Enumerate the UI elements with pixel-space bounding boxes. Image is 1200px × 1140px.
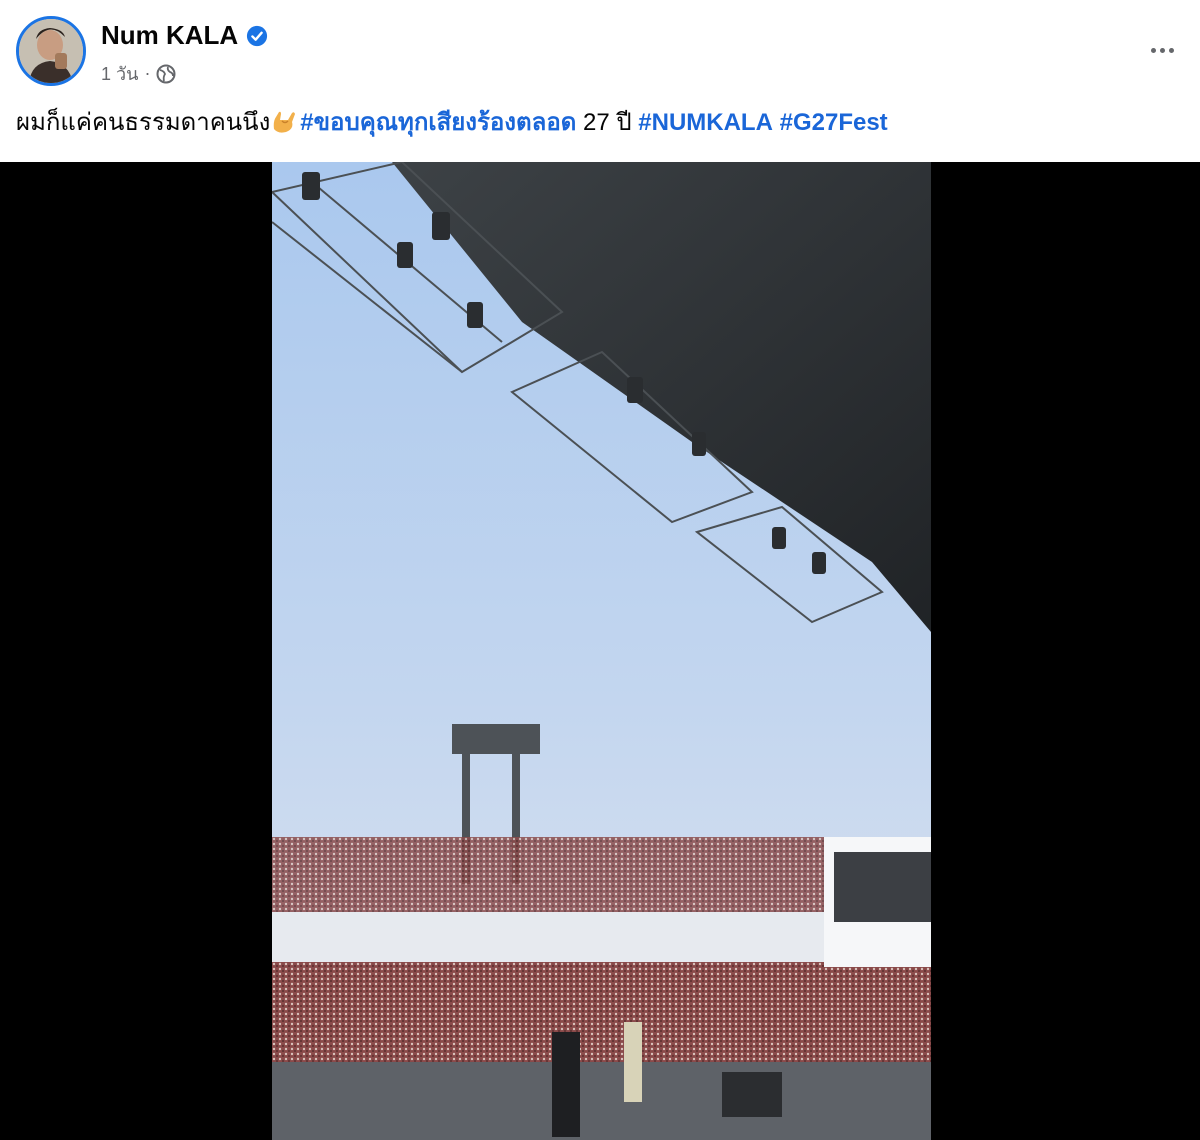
- more-dot: [1159, 47, 1165, 53]
- concert-video-frame: [272, 162, 931, 1140]
- performer-silhouette: [552, 1032, 580, 1137]
- more-dot: [1168, 47, 1174, 53]
- meta-separator: ·: [144, 63, 151, 83]
- author-name-label[interactable]: Num KALA: [101, 20, 238, 51]
- upper-stands: [272, 837, 832, 912]
- rock-hand-emoji-icon: [274, 111, 296, 133]
- lower-stands: [272, 962, 931, 1067]
- more-options-icon: [1150, 47, 1156, 53]
- post-meta: 1 วัน ·: [101, 59, 176, 88]
- globe-icon[interactable]: [156, 64, 176, 84]
- verified-badge-icon: [247, 25, 268, 46]
- hashtag-g27fest[interactable]: #G27Fest: [780, 109, 888, 136]
- concert-video[interactable]: [272, 162, 931, 1140]
- caption-text: ผมก็แค่คนธรรมดาคนนึง: [16, 109, 271, 136]
- author-name[interactable]: Num KALA: [101, 20, 268, 51]
- caption-space: [773, 109, 780, 136]
- stage-floor: [272, 1062, 931, 1140]
- singer: [624, 1022, 642, 1102]
- avatar-image: [19, 19, 83, 83]
- post-caption: ผมก็แค่คนธรรมดาคนนึง #ขอบคุณทุกเสียงร้อง…: [16, 106, 888, 140]
- caption-years: 27 ปี: [576, 109, 639, 136]
- hashtag-thanks[interactable]: #ขอบคุณทุกเสียงร้องตลอด: [300, 109, 576, 136]
- stage-monitor: [722, 1072, 782, 1117]
- author-avatar[interactable]: [16, 16, 86, 86]
- more-options-button[interactable]: [1142, 34, 1182, 66]
- post-media[interactable]: [0, 162, 1200, 1140]
- hashtag-numkala[interactable]: #NUMKALA: [638, 109, 773, 136]
- post-header: Num KALA 1 วัน ·: [0, 0, 1200, 100]
- post-timestamp[interactable]: 1 วัน: [101, 59, 138, 88]
